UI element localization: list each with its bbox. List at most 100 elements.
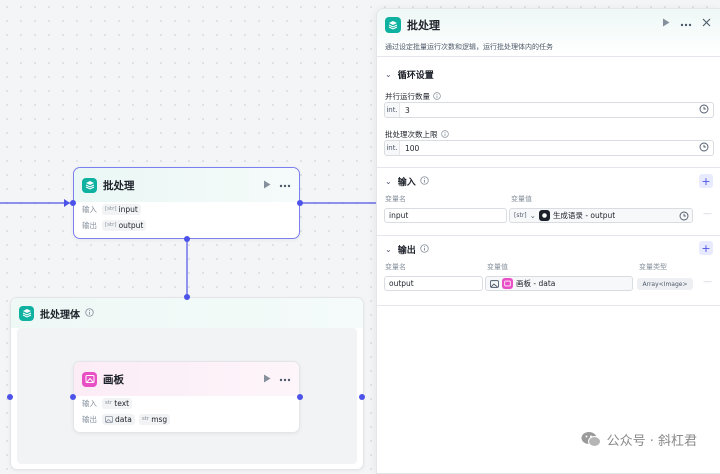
body-left-port[interactable]: [7, 394, 13, 400]
int-prefix: int.: [385, 103, 400, 117]
input-var-value-field[interactable]: [str] ⌄ 生成语录 - output: [509, 208, 693, 223]
input-param-name: text: [114, 398, 130, 408]
batch-icon: [385, 17, 401, 33]
more-icon[interactable]: [279, 181, 291, 190]
concurrency-label-row: 并行运行数量: [385, 91, 441, 102]
output-col-name-header: 变量名: [385, 263, 406, 271]
wechat-icon: [581, 431, 601, 448]
output-param-name: msg: [151, 414, 168, 424]
batch-body-header[interactable]: 批处理体: [11, 298, 363, 328]
max-label: 批处理次数上限: [385, 130, 438, 139]
play-icon[interactable]: [662, 18, 670, 30]
batch-body-title: 批处理体: [40, 309, 80, 321]
image-icon: [105, 415, 113, 423]
batch-output-row: 输出 [str] output: [74, 218, 299, 232]
input-section-title[interactable]: ⌄ 输入: [385, 175, 429, 188]
canvas-output-port[interactable]: [297, 394, 303, 400]
int-prefix: int.: [385, 141, 400, 155]
concurrency-value[interactable]: 3: [400, 106, 410, 115]
max-input[interactable]: int. 100: [384, 140, 714, 156]
canvas-node-header[interactable]: 画板: [74, 362, 299, 396]
batch-body-port[interactable]: [184, 236, 190, 242]
chevron-down-icon: ⌄: [385, 177, 392, 186]
batch-body-top-port[interactable]: [184, 294, 190, 300]
info-icon[interactable]: [433, 91, 441, 102]
info-icon[interactable]: [420, 243, 429, 256]
batch-node[interactable]: 批处理 输入 [str] input 输出 [str] output: [73, 167, 300, 239]
output-col-value-header: 变量值: [487, 263, 508, 271]
plus-icon: +: [701, 174, 711, 188]
batch-node-header[interactable]: 批处理: [74, 168, 299, 202]
batch-input-port[interactable]: [70, 200, 76, 206]
remove-output-button[interactable]: —: [703, 277, 712, 287]
output-type-tag: Array<Image>: [637, 278, 693, 290]
more-icon[interactable]: [279, 375, 291, 384]
canvas-node[interactable]: 画板 输入 str text 输出 data str msg: [73, 361, 300, 433]
input-param-name: input: [118, 204, 138, 214]
clock-icon[interactable]: [679, 211, 689, 221]
batch-output-port[interactable]: [297, 200, 303, 206]
input-param-chip: str text: [102, 397, 133, 409]
chevron-down-icon: ⌄: [385, 70, 392, 79]
array-type-prefix: [str]: [514, 212, 527, 219]
more-icon[interactable]: [680, 19, 692, 30]
concurrency-input[interactable]: int. 3: [384, 102, 714, 118]
section-divider: [377, 167, 720, 168]
source-node-icon: [538, 210, 550, 221]
body-right-port[interactable]: [359, 394, 365, 400]
canvas-input-row: 输入 str text: [74, 396, 299, 410]
output-label: 输出: [82, 220, 97, 230]
input-param-chip: [str] input: [102, 203, 141, 215]
clock-icon[interactable]: [699, 104, 709, 116]
info-icon[interactable]: [440, 129, 449, 140]
max-label-row: 批处理次数上限: [385, 129, 449, 140]
loop-settings-label: 循环设置: [397, 71, 434, 81]
close-icon[interactable]: [702, 18, 711, 30]
chevron-down-icon: ⌄: [385, 245, 392, 254]
chevron-down-icon[interactable]: ⌄: [530, 211, 536, 220]
info-icon[interactable]: [85, 307, 94, 319]
section-divider: [377, 305, 720, 306]
input-var-name: input: [389, 211, 409, 220]
plus-icon: +: [701, 241, 711, 255]
output-var-name-field[interactable]: output: [384, 276, 483, 291]
concurrency-label: 并行运行数量: [385, 92, 430, 101]
watermark: 公众号 · 斜杠君: [581, 430, 697, 449]
section-divider: [377, 235, 720, 236]
output-section-title[interactable]: ⌄ 输出: [385, 243, 429, 256]
input-col-value-header: 变量值: [511, 195, 532, 203]
remove-input-button[interactable]: —: [703, 209, 712, 219]
clock-icon[interactable]: [699, 142, 709, 154]
panel-title[interactable]: 批处理: [407, 17, 440, 33]
input-ref-value: 生成语录 - output: [552, 211, 616, 220]
play-icon[interactable]: [263, 180, 271, 191]
max-value[interactable]: 100: [400, 144, 419, 153]
add-output-button[interactable]: +: [699, 241, 713, 255]
output-param-chip: str msg: [138, 413, 171, 425]
input-label: 输入: [82, 204, 97, 214]
canvas-icon: [82, 371, 97, 387]
batch-icon: [19, 305, 34, 321]
output-param-chip: data: [102, 413, 135, 425]
input-label: 输入: [82, 398, 97, 408]
loop-settings-title[interactable]: ⌄ 循环设置: [385, 68, 434, 81]
batch-icon: [82, 177, 97, 193]
play-icon[interactable]: [263, 374, 271, 385]
image-icon: [490, 279, 499, 288]
watermark-text: 公众号 · 斜杠君: [606, 434, 697, 449]
array-type-prefix: [str]: [105, 222, 117, 228]
info-icon[interactable]: [420, 175, 429, 188]
panel-header: 批处理 通过设定批量运行次数和逻辑，运行批处理体内的任务: [377, 9, 720, 57]
input-var-name-field[interactable]: input: [384, 208, 507, 223]
add-input-button[interactable]: +: [699, 174, 713, 188]
output-col-type-header: 变量类型: [639, 263, 667, 271]
canvas-input-port[interactable]: [70, 394, 76, 400]
batch-input-row: 输入 [str] input: [74, 202, 299, 216]
batch-config-panel: 批处理 通过设定批量运行次数和逻辑，运行批处理体内的任务 ⌄ 循环设置 并行运行…: [376, 8, 720, 474]
output-var-name: output: [389, 279, 414, 288]
batch-node-title: 批处理: [103, 179, 135, 192]
output-param-name: data: [115, 414, 132, 424]
output-var-value-field[interactable]: 画板 - data: [485, 276, 633, 291]
output-param-chip: [str] output: [102, 219, 147, 231]
output-label: 输出: [82, 414, 97, 424]
